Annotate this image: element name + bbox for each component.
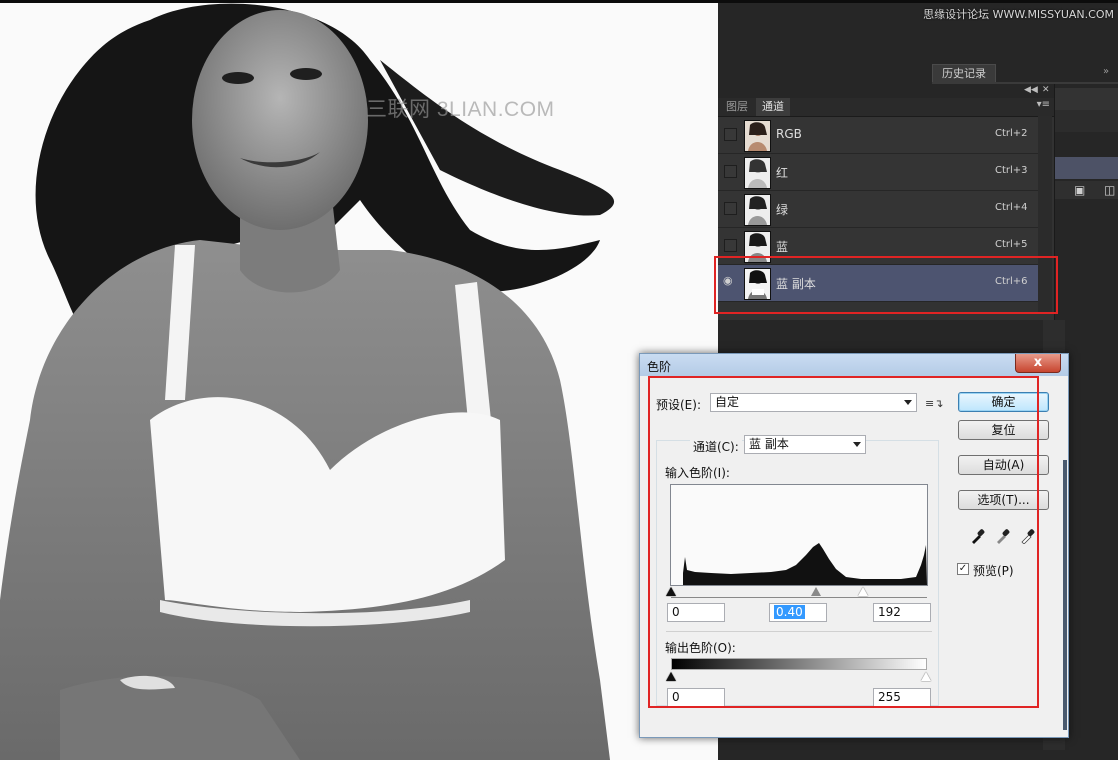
- channel-thumbnail: [744, 157, 771, 189]
- channel-name: RGB: [776, 127, 802, 141]
- close-button[interactable]: x: [1015, 354, 1061, 373]
- panel-header: ◀◀ ✕: [718, 84, 1054, 98]
- visibility-toggle[interactable]: [724, 239, 737, 252]
- dialog-titlebar[interactable]: 色阶 x: [640, 354, 1068, 376]
- tab-channels[interactable]: 通道: [756, 98, 790, 116]
- channel-row-red[interactable]: 红 Ctrl+3: [718, 154, 1038, 191]
- highlight-box: [648, 376, 1039, 708]
- channel-name: 蓝: [776, 240, 789, 254]
- site-logo: 思缘设计论坛 WWW.MISSYUAN.COM: [923, 8, 1114, 21]
- channel-shortcut: Ctrl+3: [995, 165, 1028, 176]
- collapse-panel-icon[interactable]: ◀◀: [1024, 85, 1038, 95]
- channel-shortcut: Ctrl+4: [995, 202, 1028, 213]
- visibility-toggle[interactable]: [724, 202, 737, 215]
- panel-menu-icon[interactable]: ▾≡: [1037, 99, 1050, 110]
- tab-layers[interactable]: 图层: [720, 98, 754, 116]
- channel-name: 绿: [776, 203, 789, 217]
- close-icon[interactable]: ✕: [1042, 85, 1050, 95]
- tab-history[interactable]: 历史记录: [932, 64, 996, 83]
- trash-icon[interactable]: ◫: [1104, 183, 1115, 197]
- channel-name: 红: [776, 166, 789, 180]
- channel-shortcut: Ctrl+2: [995, 128, 1028, 139]
- channel-thumbnail: [744, 120, 771, 152]
- portrait-photo: [0, 3, 615, 760]
- channel-row-rgb[interactable]: RGB Ctrl+2: [718, 117, 1038, 154]
- visibility-toggle[interactable]: [724, 128, 737, 141]
- document-canvas[interactable]: [0, 0, 718, 760]
- channel-row-green[interactable]: 绿 Ctrl+4: [718, 191, 1038, 228]
- double-chevron-right-icon[interactable]: »: [1103, 66, 1109, 77]
- channel-shortcut: Ctrl+5: [995, 239, 1028, 250]
- channel-thumbnail: [744, 194, 771, 226]
- panel-tabs: 图层 通道 ▾≡: [718, 98, 1054, 117]
- visibility-toggle[interactable]: [724, 165, 737, 178]
- dialog-edge: [1063, 460, 1067, 730]
- highlight-box: [714, 256, 1058, 314]
- watermark-text: 三联网 3LIAN.COM: [366, 98, 555, 121]
- dialog-title: 色阶: [647, 360, 672, 374]
- camera-icon[interactable]: ▣: [1074, 183, 1085, 197]
